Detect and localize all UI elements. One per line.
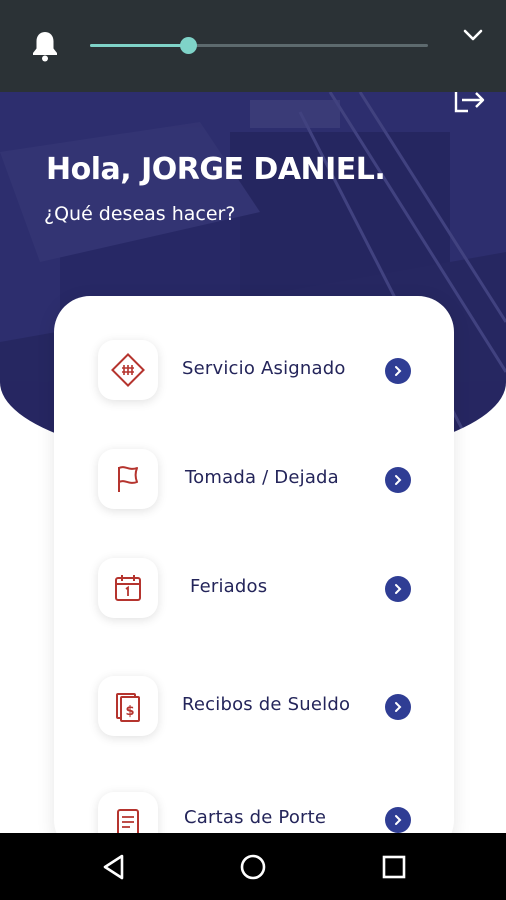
menu-item-label: Servicio Asignado	[182, 358, 346, 379]
receipt-money-icon: $	[116, 693, 140, 722]
system-navigation-bar	[0, 833, 506, 900]
greeting-subtitle: ¿Qué deseas hacer?	[44, 203, 236, 225]
chevron-right-icon[interactable]	[385, 467, 411, 493]
calendar-icon	[115, 575, 141, 601]
menu-item-tomada-dejada[interactable]: Tomada / Dejada	[54, 449, 454, 513]
notification-shade	[0, 0, 506, 92]
flag-icon	[118, 466, 138, 492]
menu-icon-box	[98, 449, 158, 509]
chevron-down-icon[interactable]	[462, 27, 484, 43]
brightness-slider-fill	[90, 44, 188, 47]
brightness-slider-thumb[interactable]	[180, 37, 197, 54]
menu-item-label: Feriados	[190, 576, 268, 597]
chevron-right-icon[interactable]	[385, 694, 411, 720]
menu-item-label: Cartas de Porte	[184, 807, 327, 828]
recents-icon[interactable]	[380, 853, 408, 881]
chevron-right-icon[interactable]	[385, 576, 411, 602]
svg-text:$: $	[125, 704, 134, 719]
menu-icon-box	[98, 558, 158, 618]
menu-item-servicio-asignado[interactable]: Servicio Asignado	[54, 340, 454, 404]
menu-card: Servicio Asignado Tomada / Dejada Feriad…	[54, 296, 454, 856]
menu-item-recibos-de-sueldo[interactable]: $ Recibos de Sueldo	[54, 676, 454, 740]
railroad-crossing-icon	[111, 353, 145, 387]
chevron-right-icon[interactable]	[385, 358, 411, 384]
back-icon[interactable]	[100, 853, 128, 881]
greeting-title: Hola, JORGE DANIEL.	[46, 152, 386, 187]
menu-icon-box	[98, 340, 158, 400]
menu-item-feriados[interactable]: Feriados	[54, 558, 454, 622]
menu-icon-box: $	[98, 676, 158, 736]
bell-icon[interactable]	[30, 29, 60, 63]
menu-item-label: Recibos de Sueldo	[182, 694, 351, 715]
menu-item-label: Tomada / Dejada	[185, 467, 339, 488]
home-icon[interactable]	[239, 853, 267, 881]
chevron-right-icon[interactable]	[385, 807, 411, 833]
